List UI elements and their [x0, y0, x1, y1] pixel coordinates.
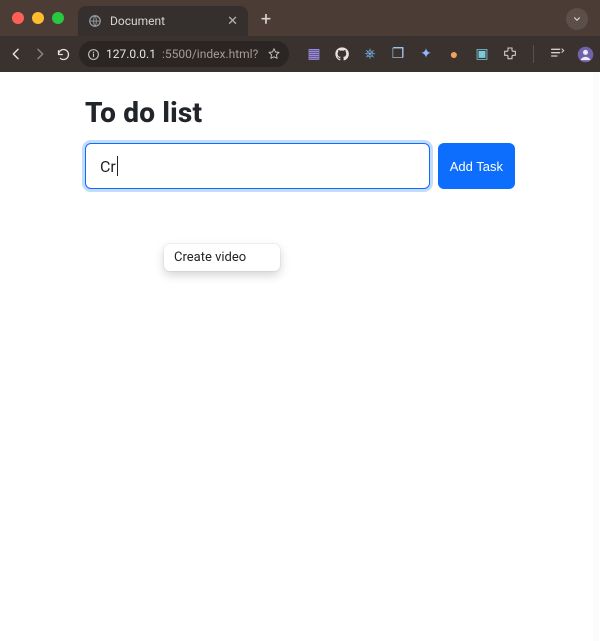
tab-strip: Document ✕ + [0, 0, 600, 36]
site-info-icon[interactable] [87, 48, 100, 61]
page-title: To do list [85, 96, 515, 129]
extension-icon-1[interactable]: ▦ [305, 45, 323, 63]
extensions-row: ▦ ⎈ ❐ ✦ ● ▣ [305, 45, 600, 63]
browser-chrome: Document ✕ + 127.0.0.1 :5500/index.html? [0, 0, 600, 72]
window-controls [12, 12, 64, 24]
github-icon[interactable] [333, 45, 351, 63]
todo-app: To do list Cr Add Task [85, 96, 515, 189]
extension-icon-4[interactable]: ❐ [389, 45, 407, 63]
scrollbar[interactable] [593, 72, 599, 641]
new-tab-button[interactable]: + [256, 9, 276, 30]
browser-tab[interactable]: Document ✕ [78, 6, 248, 36]
url-host: 127.0.0.1 [106, 47, 156, 61]
tab-overflow-button[interactable] [566, 8, 588, 30]
forward-button[interactable] [32, 43, 48, 65]
bookmark-star-icon[interactable] [267, 47, 281, 61]
task-input[interactable]: Cr [85, 143, 430, 189]
autocomplete-popup[interactable]: Create video [164, 244, 280, 271]
back-button[interactable] [8, 43, 24, 65]
text-caret-icon [117, 156, 118, 176]
tab-title: Document [110, 14, 219, 28]
browser-toolbar: 127.0.0.1 :5500/index.html? ▦ ⎈ ❐ ✦ ● ▣ [0, 36, 600, 72]
task-form: Cr Add Task [85, 143, 515, 189]
reading-list-icon[interactable] [548, 45, 566, 63]
extension-icon-3[interactable]: ⎈ [361, 45, 379, 63]
window-close-button[interactable] [12, 12, 24, 24]
tab-close-icon[interactable]: ✕ [227, 14, 238, 29]
extension-icon-6[interactable]: ● [445, 45, 463, 63]
profile-avatar-icon[interactable] [576, 45, 594, 63]
chevron-down-icon [572, 14, 582, 24]
tab-favicon-icon [88, 14, 102, 28]
toolbar-separator [533, 45, 534, 63]
reload-button[interactable] [56, 43, 71, 65]
address-bar[interactable]: 127.0.0.1 :5500/index.html? [79, 41, 289, 67]
extensions-menu-icon[interactable] [501, 45, 519, 63]
extension-icon-5[interactable]: ✦ [417, 45, 435, 63]
task-input-value: Cr [100, 157, 116, 176]
extension-icon-7[interactable]: ▣ [473, 45, 491, 63]
page-viewport: To do list Cr Add Task Create video [0, 72, 600, 641]
add-task-button[interactable]: Add Task [438, 143, 515, 189]
window-maximize-button[interactable] [52, 12, 64, 24]
url-path: :5500/index.html? [162, 47, 258, 61]
window-minimize-button[interactable] [32, 12, 44, 24]
autocomplete-suggestion[interactable]: Create video [174, 250, 246, 265]
